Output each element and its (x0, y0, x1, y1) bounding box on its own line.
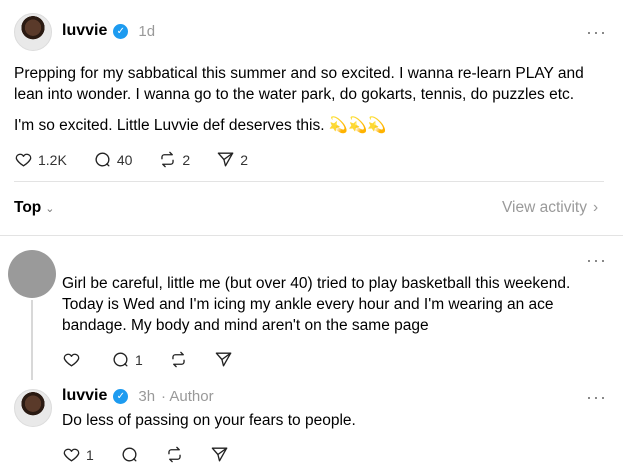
repost-icon (161, 151, 175, 168)
like-button[interactable] (62, 350, 81, 369)
more-options-icon[interactable]: ··· (586, 250, 607, 271)
comment-button[interactable] (120, 445, 139, 464)
username[interactable]: luvvie (62, 22, 107, 40)
chevron-down-icon: ⌄ (45, 202, 55, 215)
avatar[interactable] (14, 13, 52, 51)
reply-text: Girl be careful, little me (but over 40)… (62, 275, 571, 334)
send-icon (215, 352, 232, 367)
comment-count: 40 (116, 151, 133, 168)
more-options-icon[interactable]: ··· (586, 387, 607, 408)
heart-icon (63, 353, 80, 367)
share-count: 2 (240, 151, 248, 168)
reply-text: Do less of passing on your fears to peop… (62, 412, 356, 429)
divider (14, 181, 604, 182)
comment-bubble-icon (113, 352, 128, 367)
post-header: luvvie ✓ 1d (62, 22, 155, 40)
repost-icon (168, 446, 181, 463)
comment-count: 1 (135, 351, 143, 368)
author-label: · Author (161, 387, 214, 405)
repost-button[interactable] (169, 350, 188, 369)
avatar[interactable] (14, 389, 52, 427)
reply-header: luvvie ✓ 3h · Author (62, 387, 214, 405)
reply-actions: 1 (62, 445, 229, 464)
thread-line (31, 300, 33, 380)
send-icon (217, 152, 234, 167)
heart-icon (63, 448, 80, 462)
comment-button[interactable]: 1 (111, 350, 143, 369)
reply-actions: 1 (62, 350, 233, 369)
comment-bubble-icon (95, 152, 110, 167)
post-text-2: I'm so excited. Little Luvvie def deserv… (14, 117, 387, 134)
like-button[interactable]: 1.2K (14, 150, 67, 169)
sort-dropdown[interactable]: Top ⌄ (14, 199, 54, 217)
post-actions: 1.2K 40 2 2 (14, 150, 248, 169)
verified-badge-icon: ✓ (113, 388, 129, 404)
repost-count: 2 (182, 151, 191, 168)
heart-icon (15, 153, 32, 167)
repost-icon (172, 351, 185, 368)
section-divider (0, 235, 623, 236)
timestamp[interactable]: 1d (138, 23, 155, 40)
repost-button[interactable] (165, 445, 184, 464)
like-count: 1.2K (38, 151, 67, 168)
more-options-icon[interactable]: ··· (586, 22, 607, 43)
share-button[interactable]: 2 (216, 150, 248, 169)
verified-badge-icon: ✓ (113, 23, 129, 39)
avatar[interactable] (8, 250, 56, 298)
share-button[interactable] (210, 445, 229, 464)
like-count: 1 (86, 446, 94, 463)
like-button[interactable]: 1 (62, 445, 94, 464)
username[interactable]: luvvie (62, 387, 107, 405)
chevron-right-icon: › (593, 199, 599, 216)
share-button[interactable] (214, 350, 233, 369)
sort-label: Top (14, 199, 42, 216)
comment-button[interactable]: 40 (93, 150, 133, 169)
view-activity-label: View activity (502, 199, 587, 216)
repost-button[interactable]: 2 (158, 150, 190, 169)
post-text: Prepping for my sabbatical this summer a… (14, 65, 584, 103)
send-icon (211, 447, 228, 462)
view-activity-link[interactable]: View activity › (502, 199, 598, 217)
comment-bubble-icon (122, 447, 137, 462)
timestamp[interactable]: 3h (138, 388, 155, 405)
